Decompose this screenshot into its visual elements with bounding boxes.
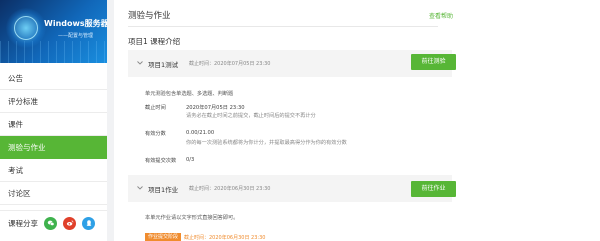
quiz-deadline: 截止时间：2020年07月05日 23:30 [189, 61, 271, 67]
go-to-homework-button[interactable]: 前往作业 [411, 181, 456, 197]
course-nav: 公告 评分标准 课件 测验与作业 考试 讨论区 [0, 67, 107, 205]
chevron-down-icon[interactable] [136, 184, 144, 192]
homework-deadline: 截止时间：2020年06月30日 23:30 [189, 186, 271, 192]
cover-subtitle: ——配置与管理 [58, 33, 94, 39]
cover-title: Windows服务器 [44, 19, 107, 28]
quiz-deadline-label: 截止时间 [145, 105, 166, 111]
weibo-icon[interactable] [63, 216, 76, 230]
course-share: 课程分享 [0, 210, 107, 235]
quiz-attempts-value: 0/3 [186, 157, 195, 163]
nav-item-courseware[interactable]: 课件 [0, 113, 107, 136]
nav-item-grading[interactable]: 评分标准 [0, 90, 107, 113]
homework-description: 本单元作业请以文字形式直接回答即可。 [145, 215, 239, 221]
share-label: 课程分享 [8, 218, 38, 228]
course-cover-image[interactable]: Windows服务器 ——配置与管理 [0, 0, 107, 63]
quiz-score-label: 有效分数 [145, 131, 166, 137]
homework-name: 项目1作业 [148, 186, 179, 194]
homework-card-header[interactable]: 项目1作业 截止时间：2020年06月30日 23:30 前往作业 [128, 175, 456, 202]
unit-section-title: 项目1 课程介绍 [128, 37, 181, 46]
go-to-quiz-button[interactable]: 前往测验 [411, 54, 456, 70]
cover-ring-decoration [14, 16, 38, 40]
quiz-description: 单元测验包含单选题、多选题、判断题 [145, 91, 234, 97]
quiz-deadline-note: 请务必在截止时间之前提交，截止时间后的提交不再计分 [186, 113, 316, 119]
nav-item-discussion[interactable]: 讨论区 [0, 182, 107, 205]
nav-item-quizzes-homework[interactable]: 测验与作业 [0, 136, 107, 159]
wechat-icon[interactable] [44, 216, 57, 230]
nav-item-exam[interactable]: 考试 [0, 159, 107, 182]
main-panel: 测验与作业 查看帮助 项目1 课程介绍 项目1测试 截止时间：2020年07月0… [114, 0, 600, 241]
status-badge: 作业提交阶段 [145, 233, 182, 241]
course-sidebar: Windows服务器 ——配置与管理 公告 评分标准 课件 测验与作业 考试 讨… [0, 0, 107, 241]
quiz-name: 项目1测试 [148, 61, 179, 69]
page-title: 测验与作业 [128, 11, 171, 21]
quiz-score-note: 你的每一次测验系统都将为你计分，并提取最高得分作为你的有效分数 [186, 140, 347, 146]
nav-item-announcements[interactable]: 公告 [0, 67, 107, 90]
homework-status-deadline: 截止时间：2020年06月30日 23:30 [184, 235, 266, 241]
quiz-deadline-value: 2020年07月05日 23:30 [186, 105, 245, 111]
quiz-score-value: 0.00/21.00 [186, 130, 215, 136]
qq-icon[interactable] [82, 216, 95, 230]
app-root: Windows服务器 ——配置与管理 公告 评分标准 课件 测验与作业 考试 讨… [0, 0, 600, 241]
chevron-down-icon[interactable] [136, 59, 144, 67]
quiz-attempts-label: 有效提交次数 [145, 158, 177, 164]
help-link[interactable]: 查看帮助 [429, 11, 453, 20]
quiz-card-header[interactable]: 项目1测试 截止时间：2020年07月05日 23:30 前往测验 [128, 50, 456, 77]
title-divider [128, 26, 438, 27]
